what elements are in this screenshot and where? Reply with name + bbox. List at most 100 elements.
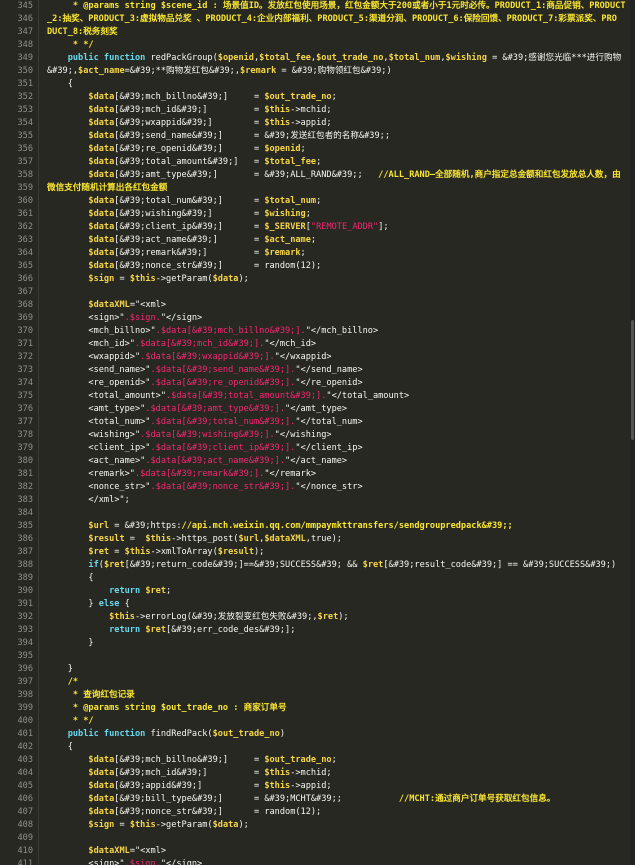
code-token: <re_openid>" — [47, 378, 151, 388]
code-token: if — [88, 560, 99, 570]
code-token: $data — [88, 222, 115, 232]
code-token: $out_trade_no — [316, 53, 384, 63]
line-number: 365 — [17, 261, 33, 271]
line-code: } — [47, 637, 629, 650]
code-token: ->getParam( — [155, 274, 213, 284]
code-token: return — [109, 586, 146, 596]
code-token: .$data[&#39;nonce_str&#39;]. — [150, 482, 296, 492]
code-token: $data — [88, 92, 115, 102]
line-code: $sign = $this->getParam($data); — [47, 273, 629, 286]
code-token: [&#39;bill_type&#39;] = &#39;MCHT&#39;; — [114, 794, 399, 804]
code-line: 404 $data[&#39;mch_id&#39;] = $this->mch… — [0, 767, 635, 780]
code-token: $data — [88, 794, 115, 804]
line-code: } — [47, 663, 629, 676]
code-token: [&#39;send_name&#39;] = &#39;发送红包者的名称&#3… — [114, 131, 390, 141]
code-token: <wishing>" — [47, 430, 141, 440]
code-line: 363 $data[&#39;act_name&#39;] = $act_nam… — [0, 234, 635, 247]
code-token: $this — [264, 781, 291, 791]
code-token: $wishing — [264, 209, 306, 219]
code-token: * @params string $scene_id : 场景值ID。发放红包使… — [47, 1, 626, 11]
code-token: [&#39;nonce_str&#39;] = random(12); — [114, 807, 322, 817]
code-line: 352 $data[&#39;mch_billno&#39;] = $out_t… — [0, 91, 635, 104]
code-token: .$data[&#39;remark&#39;]. — [134, 469, 265, 479]
code-token: $total_num — [264, 196, 317, 206]
code-line: 357 $data[&#39;total_amount&#39;] = $tot… — [0, 156, 635, 169]
code-token: $remark — [264, 248, 301, 258]
code-token: ->mchid; — [290, 768, 332, 778]
line-number: 379 — [17, 443, 33, 453]
code-editor[interactable]: 345 * @params string $scene_id : 场景值ID。发… — [0, 0, 635, 865]
code-token: $data — [88, 768, 115, 778]
code-token: &#39;, — [47, 66, 79, 76]
line-number: 368 — [17, 300, 33, 310]
line-number: 382 — [17, 482, 33, 492]
code-line: 370 <mch_billno>".$data[&#39;mch_billno&… — [0, 325, 635, 338]
scrollbar-thumb[interactable] — [631, 320, 634, 440]
code-token: * 查询红包记录 — [47, 690, 135, 700]
line-number: 402 — [17, 742, 33, 752]
line-number: 361 — [17, 209, 33, 219]
line-code: $data[&#39;appid&#39;] = $this->appid; — [47, 780, 629, 793]
code-token: ; — [331, 92, 337, 102]
code-token: $result — [88, 534, 125, 544]
code-token: <sign>" — [47, 859, 125, 865]
line-number: 384 — [17, 508, 33, 518]
vertical-scrollbar[interactable] — [630, 0, 635, 865]
line-number: 401 — [17, 729, 33, 739]
code-token: [&#39;wishing&#39;] = — [114, 209, 265, 219]
code-line: 407 $data[&#39;nonce_str&#39;] = random(… — [0, 806, 635, 819]
code-token: <mch_billno>" — [47, 326, 156, 336]
code-token: $data — [88, 105, 115, 115]
code-token: .$sign. — [124, 859, 161, 865]
line-number: 346 — [17, 14, 33, 24]
code-line: 379 <client_ip>".$data[&#39;client_ip&#3… — [0, 442, 635, 455]
line-number: 391 — [17, 599, 33, 609]
code-line: 360 $data[&#39;total_num&#39;] = $total_… — [0, 195, 635, 208]
code-token: return — [109, 625, 146, 635]
line-number: 354 — [17, 118, 33, 128]
line-number: 400 — [17, 716, 33, 726]
code-line: 347 DUCT_8:税务刻奖 — [0, 26, 635, 39]
code-token: [&#39;client_ip&#39;] = — [114, 222, 265, 232]
code-token: $data — [88, 118, 115, 128]
code-line: 386 $result = $this->https_post($url,$da… — [0, 533, 635, 546]
code-line: 388 if($ret[&#39;return_code&#39;]==&#39… — [0, 559, 635, 572]
line-number: 395 — [17, 651, 33, 661]
code-token: "</amt_type> — [285, 404, 348, 414]
line-number: 407 — [17, 807, 33, 817]
line-number: 357 — [17, 157, 33, 167]
line-code: $data[&#39;bill_type&#39;] = &#39;MCHT&#… — [47, 793, 629, 806]
code-token: ); — [338, 612, 349, 622]
line-code: <mch_id>".$data[&#39;mch_id&#39;]."</mch… — [47, 338, 629, 351]
code-token: $_SERVER — [264, 222, 306, 232]
code-token: $ret — [103, 560, 125, 570]
line-number: 387 — [17, 547, 33, 557]
line-code: $ret = $this->xmlToArray($result); — [47, 546, 629, 559]
line-number: 363 — [17, 235, 33, 245]
code-token: <mch_id>" — [47, 339, 135, 349]
line-code: <act_name>".$data[&#39;act_name&#39;]."<… — [47, 455, 629, 468]
line-code: $data[&#39;remark&#39;] = $remark; — [47, 247, 629, 260]
code-token: $this — [264, 768, 291, 778]
code-token: * @params string $out_trade_no : 商家订单号 — [47, 703, 287, 713]
code-token: $data — [88, 196, 115, 206]
code-token: $wishing — [445, 53, 487, 63]
code-line: 394 } — [0, 637, 635, 650]
code-token: .$data[&#39;wishing&#39;]. — [140, 430, 275, 440]
code-line: 411 <sign>".$sign."</sign> — [0, 858, 635, 865]
code-token: ; — [305, 209, 311, 219]
code-line: 378 <wishing>".$data[&#39;wishing&#39;].… — [0, 429, 635, 442]
